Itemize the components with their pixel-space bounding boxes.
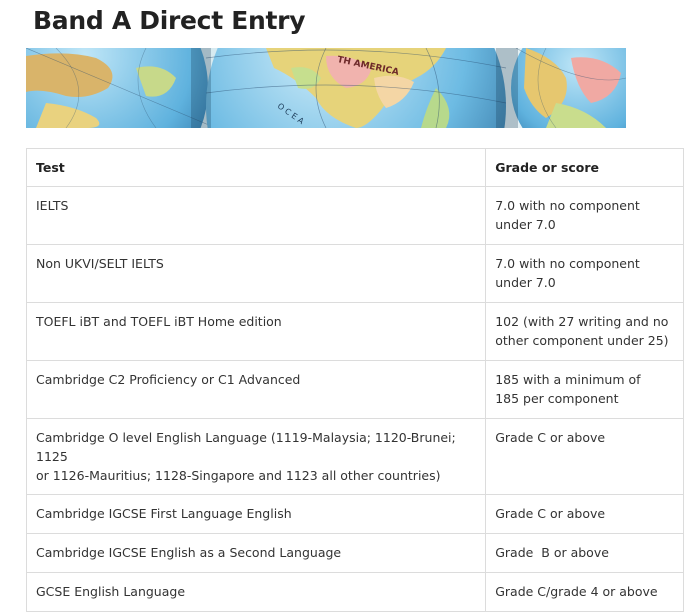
table-row: GCSE English Language Grade C/grade 4 or… (25, 572, 684, 612)
table-row: TOEFL iBT and TOEFL iBT Home edition 102… (25, 302, 684, 361)
grade-cell: 7.0 with no component under 7.0 (485, 244, 684, 303)
page-title: Band A Direct Entry (33, 6, 306, 35)
table-row: Cambridge O level English Language (1119… (25, 418, 684, 495)
test-name-cell: IELTS (25, 186, 487, 245)
grade-cell: Grade C/grade 4 or above (485, 572, 684, 612)
table-row: Cambridge IGCSE First Language English G… (25, 494, 684, 534)
test-name-cell: Cambridge C2 Proficiency or C1 Advanced (25, 360, 487, 419)
grade-cell: Grade C or above (485, 418, 684, 495)
column-header-test: Test (25, 148, 487, 187)
test-name-cell: TOEFL iBT and TOEFL iBT Home edition (25, 302, 487, 361)
table-row: Cambridge IGCSE English as a Second Lang… (25, 533, 684, 573)
grade-cell: 102 (with 27 writing and no other compon… (485, 302, 684, 361)
test-name-cell: Cambridge O level English Language (1119… (25, 418, 487, 495)
test-name-cell: Cambridge IGCSE English as a Second Lang… (25, 533, 487, 573)
test-name-cell: Non UKVI/SELT IELTS (25, 244, 487, 303)
grade-cell: Grade C or above (485, 494, 684, 534)
column-header-grade: Grade or score (485, 148, 684, 187)
table-row: Non UKVI/SELT IELTS 7.0 with no componen… (25, 244, 684, 303)
english-requirements-table: Test Grade or score IELTS 7.0 with no co… (25, 148, 684, 612)
table-row: Cambridge C2 Proficiency or C1 Advanced … (25, 360, 684, 419)
table-header-row: Test Grade or score (25, 148, 684, 187)
grade-cell: Grade B or above (485, 533, 684, 573)
grade-cell: 7.0 with no component under 7.0 (485, 186, 684, 245)
test-name-cell: Cambridge IGCSE First Language English (25, 494, 487, 534)
globes-banner-image: TH AMERICA O C E A (26, 48, 626, 128)
table-row: IELTS 7.0 with no component under 7.0 (25, 186, 684, 245)
grade-cell: 185 with a minimum of 185 per component (485, 360, 684, 419)
test-name-cell: GCSE English Language (25, 572, 487, 612)
